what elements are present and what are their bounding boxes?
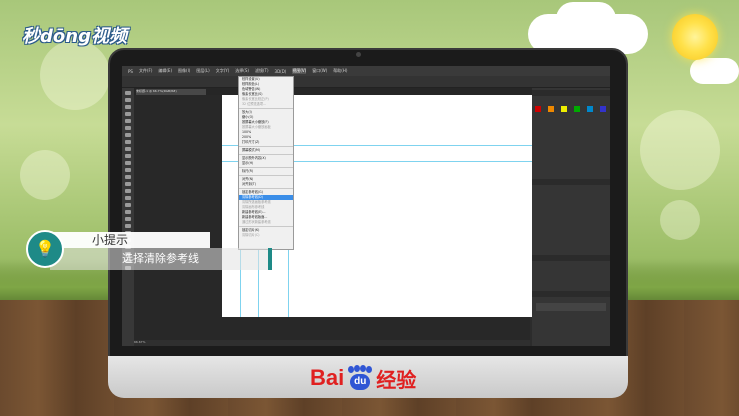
view-menu-item[interactable]: 显示(H)	[239, 161, 293, 166]
ps-options-bar	[122, 76, 610, 88]
bokeh-light	[40, 40, 110, 110]
tool-icon[interactable]	[125, 140, 131, 144]
bokeh-light	[20, 150, 70, 200]
webcam-icon	[356, 52, 361, 57]
menu-1[interactable]: 文件(F)	[139, 68, 152, 74]
ps-right-panels	[532, 88, 610, 346]
bokeh-light	[640, 110, 720, 190]
baidu-paw-icon: du	[346, 365, 374, 391]
tool-icon[interactable]	[125, 119, 131, 123]
view-menu-item: 清除切片(C)	[242, 233, 260, 237]
menu-6[interactable]: 选择(S)	[235, 68, 249, 74]
ps-toolbar	[122, 88, 134, 346]
tool-icon[interactable]	[125, 203, 131, 207]
tool-icon[interactable]	[125, 161, 131, 165]
menu-3[interactable]: 图像(I)	[178, 68, 190, 74]
jingyan-text: 经验	[376, 367, 417, 392]
tool-icon[interactable]	[125, 210, 131, 214]
tool-icon[interactable]	[125, 217, 131, 221]
tool-icon[interactable]	[125, 98, 131, 102]
view-menu-item[interactable]: 标尺(R)	[239, 169, 293, 174]
swatch[interactable]	[535, 106, 541, 112]
menu-8[interactable]: 3D(D)	[275, 69, 287, 74]
menu-11[interactable]: 帮助(H)	[333, 68, 347, 74]
menu-separator	[239, 154, 293, 155]
menu-7[interactable]: 滤镜(T)	[255, 68, 269, 74]
tool-icon[interactable]	[125, 224, 131, 228]
menu-separator	[239, 188, 293, 189]
panel-header-properties[interactable]	[532, 255, 610, 261]
tool-icon[interactable]	[125, 189, 131, 193]
tool-icon[interactable]	[125, 196, 131, 200]
tool-icon[interactable]	[125, 147, 131, 151]
tool-icon[interactable]	[125, 126, 131, 130]
menu-0[interactable]: PS	[128, 69, 133, 74]
menu-4[interactable]: 图层(L)	[196, 68, 209, 74]
view-menu-item: 通过形状新建参考线	[242, 220, 271, 224]
view-menu-item: 32 位预览选项...	[242, 102, 267, 106]
tool-icon[interactable]	[125, 105, 131, 109]
ps-document-tabs: 未标题-1 @ 66.7%(RGB/8#)	[134, 88, 554, 95]
tool-icon[interactable]	[125, 112, 131, 116]
swatch[interactable]	[561, 106, 568, 112]
site-logo: 秒dōng视频	[22, 26, 127, 47]
layer-row[interactable]	[536, 303, 606, 311]
swatch[interactable]	[548, 106, 555, 112]
bokeh-light	[660, 200, 700, 240]
menu-separator	[239, 146, 293, 147]
cloud-decoration	[556, 2, 616, 36]
swatches-panel	[532, 96, 610, 119]
swatch[interactable]	[574, 106, 581, 112]
baidu-text: Bai	[310, 365, 345, 390]
ps-canvas-area	[134, 95, 532, 340]
menu-separator	[239, 226, 293, 227]
menu-separator	[239, 175, 293, 176]
swatch[interactable]	[587, 106, 594, 112]
tool-icon[interactable]	[125, 91, 131, 95]
tip-title-background	[50, 232, 210, 248]
ps-menubar: PS 文件(F) 编辑(E) 图像(I) 图层(L) 文字(Y) 选择(S) 滤镜(T) 3D(…	[122, 66, 610, 76]
panel-header-character[interactable]	[532, 179, 610, 185]
menu-5[interactable]: 文字(Y)	[216, 68, 230, 74]
tool-icon[interactable]	[125, 133, 131, 137]
view-menu-item[interactable]: 屏幕模式(M)	[239, 148, 293, 153]
menu-9[interactable]: 视图(V)	[292, 68, 307, 74]
photoshop-window: PS 文件(F) 编辑(E) 图像(I) 图层(L) 文字(Y) 选择(S) 滤镜(T) 3D(…	[122, 66, 610, 346]
tip-title: 小提示	[92, 233, 129, 247]
menu-10[interactable]: 窗口(W)	[312, 68, 327, 74]
tip-text: 选择清除参考线	[122, 252, 199, 265]
tool-icon[interactable]	[125, 175, 131, 179]
tool-icon[interactable]	[125, 182, 131, 186]
menu-separator	[239, 108, 293, 109]
swatch[interactable]	[600, 106, 607, 112]
ps-status-bar: 66.67%	[134, 340, 530, 346]
lightbulb-icon: 💡	[26, 230, 64, 268]
tool-icon[interactable]	[125, 168, 131, 172]
sun-icon	[672, 14, 718, 60]
menu-2[interactable]: 编辑(E)	[158, 68, 172, 74]
view-menu-dropdown: 校样设置(U) 校样颜色(L) 色域警告(W) 像素长宽比(S) 像素长宽比校正(P) 3…	[238, 76, 294, 250]
menu-separator	[239, 167, 293, 168]
baidu-jingyan-logo: Bai du 经验	[310, 364, 416, 392]
view-menu-item[interactable]: 打印尺寸(Z)	[239, 140, 293, 145]
tool-icon[interactable]	[125, 154, 131, 158]
panel-header-layers[interactable]	[532, 291, 610, 297]
view-menu-item[interactable]: 对齐到(T)	[239, 182, 293, 187]
cloud-decoration	[690, 58, 739, 84]
